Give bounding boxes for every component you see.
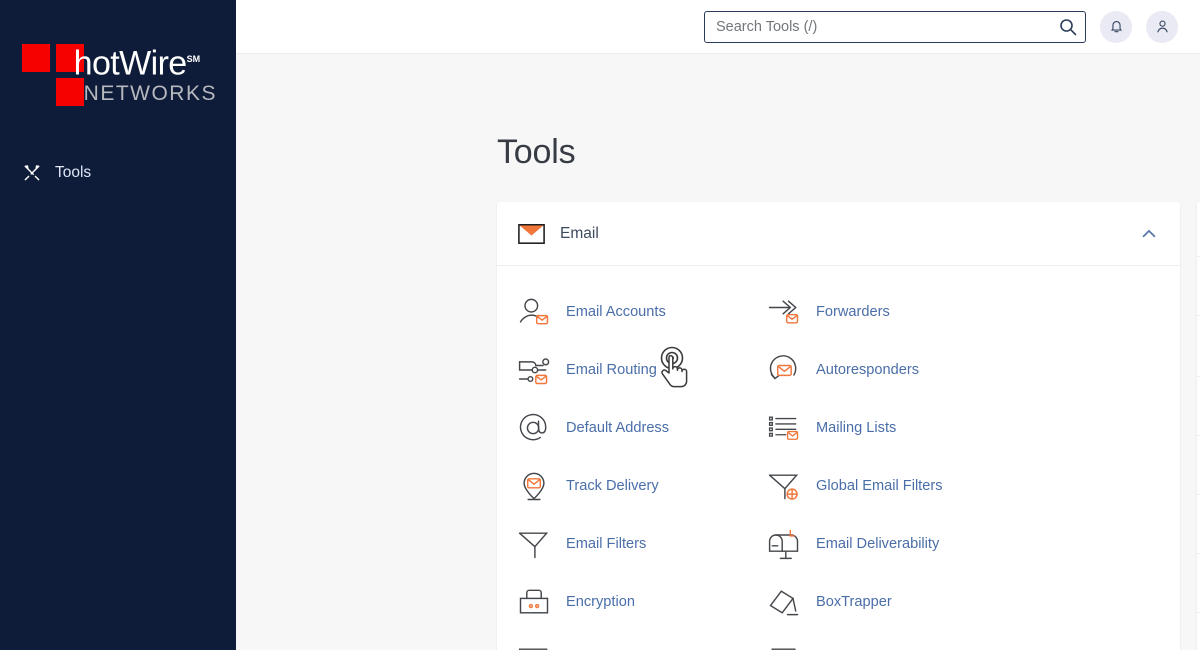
- tool-label: Email Routing: [566, 362, 657, 378]
- logo-squares: [22, 44, 84, 107]
- tool-email-deliverability[interactable]: Email Deliverability: [766, 515, 1016, 573]
- sidebar-item-label: Tools: [55, 164, 92, 181]
- bell-icon: [1110, 20, 1122, 33]
- lock-icon: [516, 584, 552, 620]
- arrows-envelope-icon: [766, 294, 802, 330]
- email-card-title: Email: [560, 224, 599, 242]
- tool-mailing-lists[interactable]: Mailing Lists: [766, 399, 1016, 457]
- sidebar: hotWireSM NETWORKS Tools: [0, 0, 236, 650]
- tool-label: Default Address: [566, 420, 670, 436]
- search-container: [704, 10, 1086, 43]
- user-envelope-icon: [516, 294, 552, 330]
- tool-label: Mailing Lists: [816, 420, 897, 436]
- tool-label: BoxTrapper: [816, 594, 892, 610]
- disk-pie-icon: [766, 642, 802, 650]
- sidebar-item-tools[interactable]: Tools: [22, 163, 91, 183]
- topbar: [236, 0, 1200, 54]
- funnel-globe-icon: [766, 468, 802, 504]
- search-input[interactable]: [704, 10, 1086, 43]
- tool-email-disk-usage[interactable]: Email Disk Usage: [766, 631, 1016, 650]
- logo-secondary-text: NETWORKS: [83, 82, 217, 106]
- mailbox-icon: [766, 526, 802, 562]
- box-trap-icon: [766, 584, 802, 620]
- envelope-icon: [516, 218, 547, 249]
- logo-primary-text: hotWireSM: [73, 44, 201, 83]
- tool-email-filters[interactable]: Email Filters: [516, 515, 766, 573]
- notifications-button[interactable]: [1100, 10, 1132, 43]
- email-tools-grid: Email Accounts Forwarders Email Routing …: [497, 266, 1180, 650]
- routing-envelope-icon: [516, 352, 552, 388]
- content-area: Tools Email Email Accounts Forwarders Em…: [236, 54, 1200, 650]
- tool-label: Autoresponders: [816, 362, 920, 378]
- main-area: Tools Email: [236, 0, 1200, 650]
- tool-global-email-filters[interactable]: Global Email Filters: [766, 457, 1016, 515]
- tool-track-delivery[interactable]: Track Delivery: [516, 457, 766, 515]
- list-envelope-icon: [766, 410, 802, 446]
- tool-forwarders[interactable]: Forwarders: [766, 283, 1016, 341]
- user-icon: [1156, 20, 1168, 33]
- tool-email-routing[interactable]: Email Routing: [516, 341, 766, 399]
- brand-logo[interactable]: hotWireSM NETWORKS: [22, 44, 217, 107]
- tool-email-accounts[interactable]: Email Accounts: [516, 283, 766, 341]
- search-icon: [1060, 18, 1077, 35]
- tool-label: Track Delivery: [566, 478, 659, 494]
- calendar-at-icon: [516, 642, 552, 650]
- tool-autoresponders[interactable]: Autoresponders: [766, 341, 1016, 399]
- chevron-up-icon[interactable]: [1140, 225, 1158, 243]
- funnel-icon: [516, 526, 552, 562]
- circular-arrow-envelope-icon: [766, 352, 802, 388]
- tool-label: Forwarders: [816, 304, 890, 320]
- email-card-header[interactable]: Email: [497, 202, 1180, 266]
- pin-envelope-icon: [516, 468, 552, 504]
- at-circle-icon: [516, 410, 552, 446]
- tool-label: Email Accounts: [566, 304, 666, 320]
- tools-icon: [22, 163, 42, 183]
- tool-label: Email Deliverability: [816, 536, 940, 552]
- page-title: Tools: [497, 133, 576, 171]
- tool-label: Email Filters: [566, 536, 647, 552]
- tool-calendars-and-contacts[interactable]: Calendars and Contacts: [516, 631, 766, 650]
- tool-default-address[interactable]: Default Address: [516, 399, 766, 457]
- tool-boxtrapper[interactable]: BoxTrapper: [766, 573, 1016, 631]
- email-tools-card: Email Email Accounts Forwarders Email Ro…: [497, 202, 1180, 650]
- tool-encryption[interactable]: Encryption: [516, 573, 766, 631]
- tool-label: Global Email Filters: [816, 478, 943, 494]
- app-root: hotWireSM NETWORKS Tools Search Tools (/…: [0, 0, 1200, 650]
- account-button[interactable]: [1146, 10, 1178, 43]
- tool-label: Encryption: [566, 594, 635, 610]
- cards-row: Email Email Accounts Forwarders Email Ro…: [497, 202, 1200, 650]
- logo-trademark: SM: [186, 54, 201, 64]
- search-button[interactable]: [1058, 17, 1078, 37]
